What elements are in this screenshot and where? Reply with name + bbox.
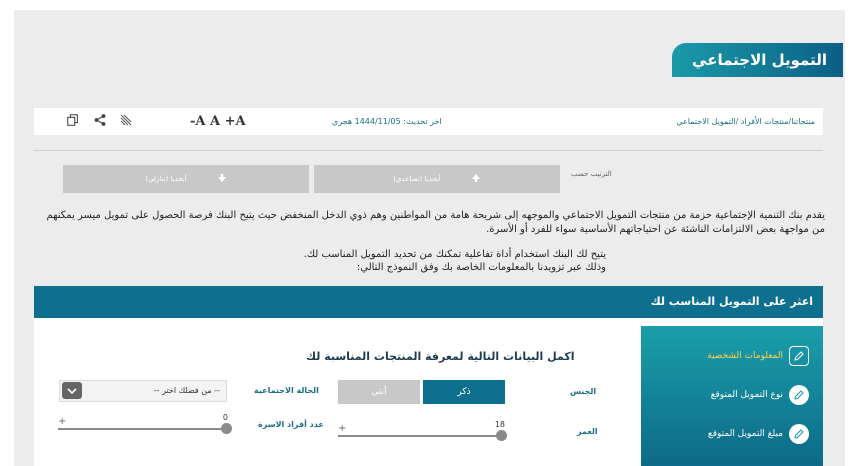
sort-label: الترتيب حسب [571, 170, 612, 178]
finder-header-text: اعثر على التمويل المناسب لك [650, 295, 813, 308]
marital-status-value: -- من فضلك اختر -- [153, 386, 220, 395]
gender-female-button[interactable]: أنثى [338, 380, 420, 404]
intro-paragraph-2: يتيح لك البنك استخدام أداة تفاعلية تمكنك… [150, 248, 606, 274]
edit-icon [789, 424, 809, 444]
rss-icon[interactable] [118, 112, 134, 128]
intro-paragraph: يقدم بنك التنمية الإجتماعية حزمة من منتج… [46, 210, 825, 235]
finder-steps: المعلومات الشخصية نوع التمويل المتوقع مب… [641, 326, 823, 466]
age-slider-handle[interactable] [496, 430, 507, 441]
intro-line-1: يتيح لك البنك استخدام أداة تفاعلية تمكنك… [303, 249, 606, 260]
toolbar: منتجاتنا/منتجات الأفراد /التمويل الاجتما… [34, 108, 823, 135]
arrow-down-icon [217, 173, 227, 185]
form-title: اكمل البيانات التالية لمعرفة المنتجات ال… [306, 350, 575, 363]
step-financing-amount[interactable]: مبلغ التمويل المتوقع [708, 424, 809, 444]
family-size-value: 0 [222, 413, 228, 422]
step-label: نوع التمويل المتوقع [710, 390, 783, 400]
edit-icon [789, 385, 809, 405]
step-label: المعلومات الشخصية [707, 351, 783, 361]
page-title: التمويل الاجتماعي [672, 43, 843, 77]
sort-desc-button[interactable]: أبجديا (تنازلي) [63, 165, 309, 193]
marital-status-select[interactable]: -- من فضلك اختر -- [59, 380, 227, 402]
divider [34, 150, 823, 151]
age-slider[interactable]: + 18 [338, 420, 507, 441]
sort-desc-label: أبجديا (تنازلي) [145, 175, 187, 183]
family-size-slider-handle[interactable] [221, 423, 232, 434]
gender-female-label: أنثى [371, 387, 387, 397]
edit-icon [789, 346, 809, 366]
print-icon[interactable] [66, 112, 82, 128]
breadcrumb[interactable]: منتجاتنا/منتجات الأفراد /التمويل الاجتما… [676, 108, 815, 135]
age-label: العمر [577, 427, 598, 436]
arrow-up-icon [471, 173, 481, 185]
sort-asc-button[interactable]: أبجديا (تصاعدي) [314, 165, 560, 193]
last-updated: اخر تحديث: 1444/11/05 هجري [332, 117, 442, 126]
plus-icon: + [338, 423, 347, 434]
share-icon[interactable] [93, 112, 109, 128]
sort-asc-label: أبجديا (تصاعدي) [393, 175, 441, 183]
chevron-down-icon [62, 382, 82, 399]
step-personal-info[interactable]: المعلومات الشخصية [707, 346, 809, 366]
gender-label: الجنس [570, 387, 597, 396]
intro-line-2: وذلك عبر تزويدنا بالمعلومات الخاصة بك وف… [356, 262, 606, 273]
page-title-banner: التمويل الاجتماعي [672, 43, 843, 77]
age-value: 18 [494, 420, 505, 429]
family-size-slider[interactable]: + 0 [58, 413, 232, 434]
finder-header: اعثر على التمويل المناسب لك [34, 286, 823, 318]
gender-male-button[interactable]: ذكر [423, 380, 505, 404]
marital-status-label: الحالة الاجتماعية [254, 386, 319, 395]
family-size-label: عدد أفراد الاسرة [258, 420, 324, 429]
step-financing-type[interactable]: نوع التمويل المتوقع [711, 385, 809, 405]
step-label: مبلغ التمويل المتوقع [707, 429, 783, 439]
plus-icon: + [58, 416, 67, 427]
gender-male-label: ذكر [457, 387, 471, 397]
font-size-controls[interactable]: -A A +A [190, 108, 246, 135]
